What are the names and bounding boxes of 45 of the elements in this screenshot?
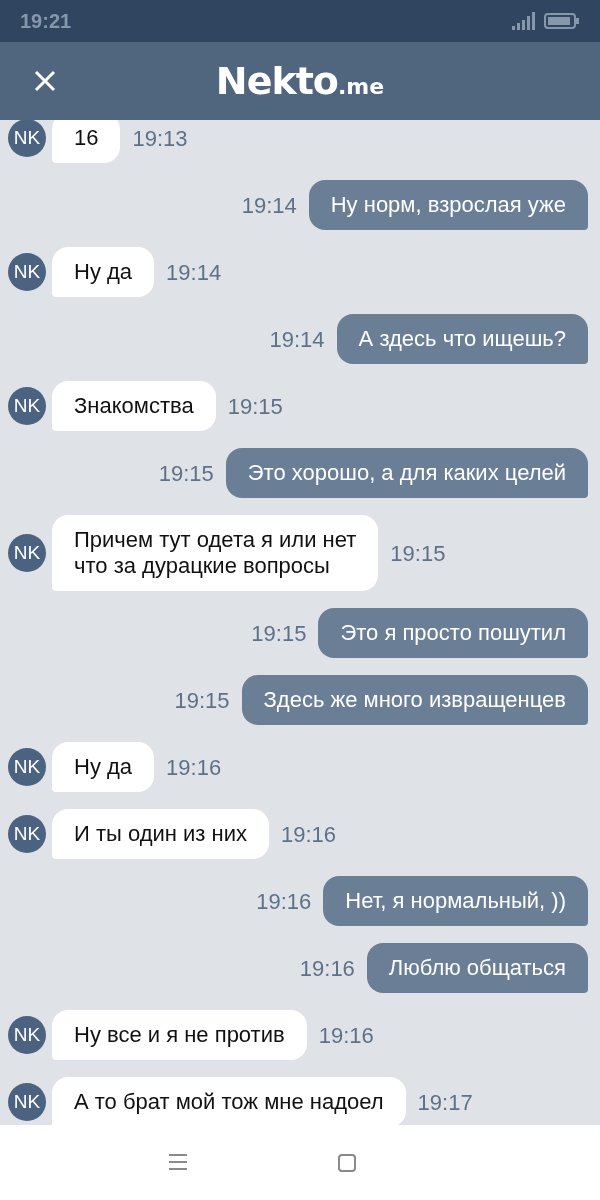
message-time: 19:15	[227, 392, 283, 421]
avatar: NK	[8, 748, 46, 786]
message-time: 19:15	[174, 686, 230, 715]
message-time: 19:16	[166, 753, 222, 782]
menu-icon[interactable]	[169, 1153, 187, 1170]
message-time: 19:16	[318, 1021, 374, 1050]
message-bubble: Причем тут одета я или нет что за дурацкие вопросы	[52, 515, 379, 591]
message-time: 19:14	[269, 325, 325, 354]
message-bubble: Это я просто пошутил	[318, 608, 588, 658]
battery-icon	[544, 13, 580, 29]
message-time: 19:15	[390, 539, 446, 568]
status-time: 19:21	[20, 9, 72, 34]
message-bubble: Ну все и я не против	[52, 1010, 307, 1060]
message-time: 19:17	[417, 1088, 473, 1117]
message-bubble: Люблю общаться	[366, 943, 588, 993]
message-bubble: 16	[52, 120, 121, 163]
message-bubble: А здесь что ищешь?	[336, 314, 588, 364]
avatar: NK	[8, 534, 46, 572]
message-time: 19:13	[132, 124, 188, 153]
message-bubble: И ты один из них	[52, 809, 269, 859]
logo: Nekto.me	[215, 57, 385, 105]
message-bubble: А то брат мой тож мне надоел	[52, 1077, 406, 1125]
message-time: 19:16	[281, 820, 337, 849]
message-time: 19:16	[256, 887, 312, 916]
message-time: 19:16	[299, 954, 355, 983]
message-bubble: Нет, я нормальный, ))	[323, 876, 588, 926]
avatar: NK	[8, 253, 46, 291]
message-bubble: Здесь же много извращенцев	[241, 675, 588, 725]
message-time: 19:14	[166, 258, 222, 287]
signal-icon	[512, 12, 536, 30]
home-button-icon[interactable]	[338, 1153, 356, 1172]
message-bubble: Ну да	[52, 742, 155, 792]
avatar: NK	[8, 815, 46, 853]
message-time: 19:14	[241, 191, 297, 220]
message-time: 19:15	[158, 459, 214, 488]
avatar: NK	[8, 1016, 46, 1054]
avatar: NK	[8, 120, 46, 157]
message-bubble: Знакомства	[52, 381, 216, 431]
message-time: 19:15	[251, 619, 307, 648]
message-bubble: Ну норм, взрослая уже	[308, 180, 588, 230]
message-bubble: Это хорошо, а для каких целей	[225, 448, 588, 498]
avatar: NK	[8, 1083, 46, 1121]
avatar: NK	[8, 387, 46, 425]
close-icon	[34, 70, 56, 92]
message-bubble: Ну да	[52, 247, 155, 297]
